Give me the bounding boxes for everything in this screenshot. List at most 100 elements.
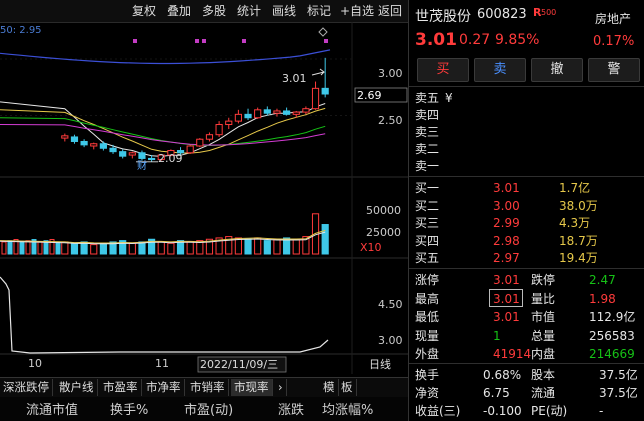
col-turnover[interactable]: 换手% <box>110 399 148 418</box>
volume-bar <box>321 224 329 255</box>
stat-value: 3.01 <box>493 273 520 287</box>
stat-row[interactable]: 外盘 41914 内盘 214669 <box>409 346 644 363</box>
stat-row[interactable]: 最低 3.01 市值 112.9亿 <box>409 309 644 326</box>
bid-row[interactable]: 买五 2.97 19.4万 <box>409 250 644 267</box>
col-pe-dynamic[interactable]: 市盈(动) <box>184 399 233 418</box>
stat-row[interactable]: 收益(三) -0.100 PE(动) - <box>409 403 644 420</box>
kline-chart[interactable]: 50: 2.95 3.00 2.50 2.69 3.01 2.09 财 5000… <box>0 22 408 374</box>
chart-toolbar: 复权 叠加 多股 统计 画线 标记 +自选 返回 <box>0 0 408 23</box>
indicator-tick-high: 4.50 <box>378 298 403 311</box>
signal-marker <box>202 39 206 43</box>
candle <box>196 138 204 147</box>
stats-button[interactable]: 统计 <box>233 2 265 20</box>
volume-bar <box>292 238 300 255</box>
ask-row[interactable]: 卖三 <box>409 124 644 141</box>
stat-row[interactable]: 现量 1 总量 256583 <box>409 328 644 345</box>
ask-row[interactable]: 卖一 <box>409 158 644 175</box>
draw-line-button[interactable]: 画线 <box>268 2 300 20</box>
sector-name[interactable]: 房地产 <box>595 10 631 27</box>
sell-button[interactable]: 卖 <box>474 58 526 82</box>
volume-bar <box>273 238 281 255</box>
high-marker: 3.01 <box>282 72 307 85</box>
ma-label: 50: 2.95 <box>0 25 42 36</box>
signal-marker <box>133 39 137 43</box>
volume-bar <box>186 241 194 255</box>
stat-label: PE(动) <box>531 404 568 418</box>
bid-label: 买四 <box>415 233 440 248</box>
volume-bar <box>234 237 242 255</box>
stat-row[interactable]: 换手 0.68% 股本 37.5亿 <box>409 367 644 384</box>
indicator-line <box>0 276 329 354</box>
bid-row[interactable]: 买二 3.00 38.0万 <box>409 198 644 215</box>
indicator-tick-low: 3.00 <box>378 334 403 347</box>
stat-row[interactable]: 涨停 3.01 跌停 2.47 <box>409 272 644 289</box>
signal-marker <box>324 39 328 43</box>
cancel-button[interactable]: 撤 <box>531 58 583 82</box>
volume-bar <box>99 242 107 255</box>
ma-line <box>0 101 326 157</box>
col-float-mktcap[interactable]: 流通市值 <box>26 399 78 418</box>
bid-row[interactable]: 买三 2.99 4.3万 <box>409 215 644 232</box>
bid-volume: 4.3万 <box>559 216 591 230</box>
stat-label: 市值 <box>531 310 556 324</box>
tab-limit-up[interactable]: 深涨跌停 <box>0 379 53 396</box>
volume-bar <box>90 244 98 255</box>
ask-row[interactable]: 卖五 ¥ <box>409 90 644 107</box>
ask-row[interactable]: 卖二 <box>409 141 644 158</box>
tab-pb[interactable]: 市净率 <box>143 379 185 396</box>
tab-template[interactable]: 模 <box>320 379 339 396</box>
back-button[interactable]: 返回 <box>374 2 406 20</box>
stat-label: 股本 <box>531 368 556 382</box>
bid-price: 2.97 <box>493 251 520 265</box>
bid-label: 买五 <box>415 251 440 265</box>
multi-stock-button[interactable]: 多股 <box>198 2 230 20</box>
ma-line <box>0 124 326 146</box>
stat-row[interactable]: 净资 6.75 流通 37.5亿 <box>409 385 644 402</box>
add-watchlist-button[interactable]: +自选 <box>336 2 378 20</box>
alert-button[interactable]: 警 <box>588 58 640 82</box>
ask-label: 卖二 <box>415 142 440 156</box>
diamond-icon <box>318 27 328 37</box>
bid-row[interactable]: 买一 3.01 1.7亿 <box>409 180 644 197</box>
stat-value: - <box>599 404 604 418</box>
tab-board[interactable]: 板 <box>338 379 357 396</box>
volume-bar <box>7 240 13 255</box>
tab-retail-line[interactable]: 散户线 <box>56 379 98 396</box>
mark-button[interactable]: 标记 <box>303 2 335 20</box>
event-marker-icon: 财 <box>137 159 147 172</box>
bid-label: 买三 <box>415 216 440 230</box>
volume-bar <box>1 241 7 255</box>
stat-value: -0.100 <box>483 404 522 418</box>
ask-row[interactable]: 卖四 <box>409 107 644 124</box>
tab-more-arrow[interactable]: › <box>275 379 287 396</box>
highlight-box <box>489 289 523 307</box>
overlay-button[interactable]: 叠加 <box>163 2 195 20</box>
bid-row[interactable]: 买四 2.98 18.7万 <box>409 233 644 250</box>
col-avg-change[interactable]: 均涨幅% <box>322 399 373 418</box>
stat-label: 涨停 <box>415 273 440 287</box>
buy-button[interactable]: 买 <box>417 58 469 82</box>
candle <box>254 109 262 119</box>
volume-tick-high: 50000 <box>366 204 401 217</box>
adjust-button[interactable]: 复权 <box>128 2 160 20</box>
volume-bar <box>167 242 175 255</box>
tab-pe[interactable]: 市盈率 <box>100 379 142 396</box>
volume-bar <box>70 242 79 255</box>
candle <box>70 136 79 142</box>
stat-row[interactable]: 最高 3.01 量比 1.98 <box>409 291 644 308</box>
x-label-nov: 11 <box>155 357 169 370</box>
tab-pcf[interactable]: 市现率 <box>231 379 273 396</box>
stat-label: 内盘 <box>531 347 556 361</box>
stat-label: 换手 <box>415 368 440 382</box>
tab-ps[interactable]: 市销率 <box>187 379 229 396</box>
stock-name: 世茂股份 <box>415 9 471 25</box>
col-change[interactable]: 涨跌 <box>278 399 304 418</box>
column-header-row: 流通市值 换手% 市盈(动) 涨跌 均涨幅% <box>0 397 408 421</box>
candle <box>311 87 320 110</box>
volume-bar <box>61 241 69 255</box>
signal-marker <box>242 39 246 43</box>
ask-label: 卖三 <box>415 125 440 139</box>
candle <box>99 143 107 149</box>
stat-label: 最低 <box>415 310 440 324</box>
stat-value: 37.5亿 <box>599 386 638 400</box>
